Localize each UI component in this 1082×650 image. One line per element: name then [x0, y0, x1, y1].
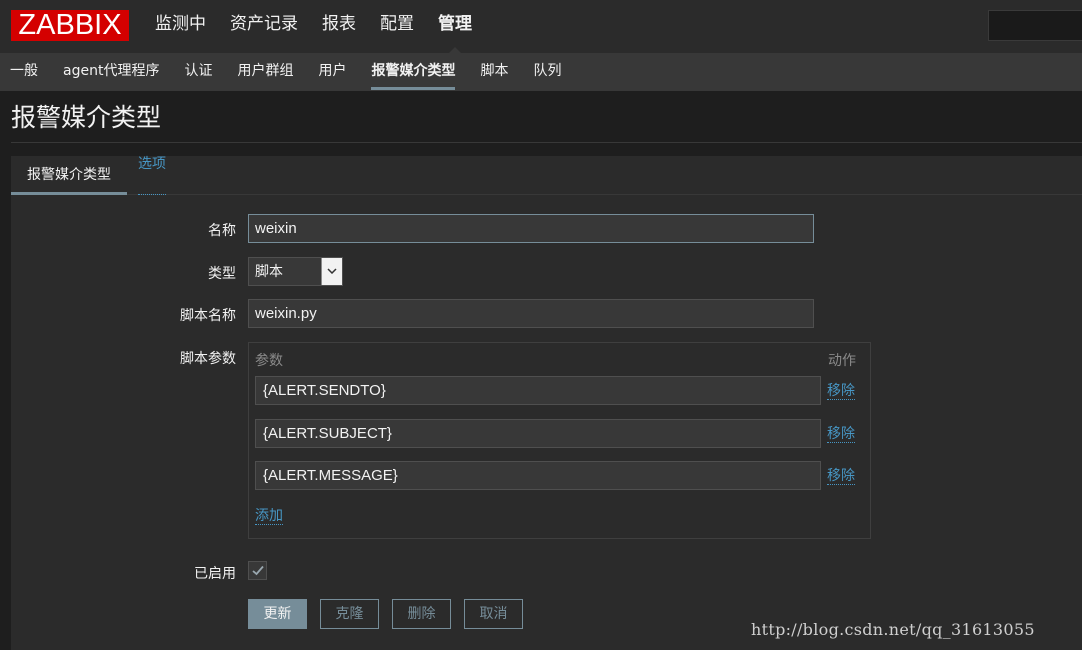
action-column-header: 动作 [828, 353, 856, 369]
tab-media-type[interactable]: 报警媒介类型 [11, 156, 127, 195]
script-params-table: 参数 动作 {ALERT.SENDTO} 移除 {ALERT.SUBJECT} … [248, 342, 871, 539]
form-tabs: 报警媒介类型 选项 [11, 156, 1082, 195]
remove-param-button-1[interactable]: 移除 [827, 383, 855, 400]
checkmark-icon [252, 565, 264, 576]
enabled-checkbox[interactable] [248, 561, 267, 580]
menu-reports[interactable]: 报表 [322, 0, 356, 53]
sub-navigation: 一般 agent代理程序 认证 用户群组 用户 报警媒介类型 脚本 队列 [0, 53, 1082, 91]
subnav-users[interactable]: 用户 [318, 53, 346, 91]
menu-administration-label: 管理 [438, 14, 472, 34]
main-menu: 监测中 资产记录 报表 配置 管理 [155, 0, 496, 54]
subnav-media-types[interactable]: 报警媒介类型 [371, 53, 456, 91]
title-divider [11, 142, 1082, 143]
param-input-message[interactable]: {ALERT.MESSAGE} [255, 461, 821, 490]
remove-param-button-3[interactable]: 移除 [827, 468, 855, 485]
script-name-field[interactable]: weixin.py [248, 299, 814, 328]
subnav-general[interactable]: 一般 [10, 53, 38, 91]
top-navigation-bar: ZABBIX 监测中 资产记录 报表 配置 管理 [0, 0, 1082, 54]
type-select[interactable]: 脚本 [248, 257, 343, 286]
add-param-button[interactable]: 添加 [255, 508, 283, 525]
menu-configuration[interactable]: 配置 [380, 0, 414, 53]
subnav-proxies[interactable]: agent代理程序 [63, 53, 159, 91]
chevron-down-icon[interactable] [321, 258, 342, 285]
delete-button[interactable]: 删除 [392, 599, 451, 629]
cancel-button[interactable]: 取消 [464, 599, 523, 629]
clone-button[interactable]: 克隆 [320, 599, 379, 629]
subnav-queue[interactable]: 队列 [533, 53, 561, 91]
name-label: 名称 [208, 223, 236, 239]
remove-param-button-2[interactable]: 移除 [827, 426, 855, 443]
menu-administration[interactable]: 管理 [438, 0, 472, 54]
menu-monitoring[interactable]: 监测中 [155, 0, 206, 53]
params-column-header: 参数 [255, 353, 283, 369]
name-field[interactable]: weixin [248, 214, 814, 243]
search-input[interactable] [988, 10, 1082, 41]
zabbix-logo[interactable]: ZABBIX [11, 10, 129, 41]
watermark-text: http://blog.csdn.net/qq_31613055 [751, 620, 1035, 639]
subnav-user-groups[interactable]: 用户群组 [237, 53, 293, 91]
type-label: 类型 [208, 266, 236, 282]
subnav-authentication[interactable]: 认证 [184, 53, 212, 91]
param-input-sendto[interactable]: {ALERT.SENDTO} [255, 376, 821, 405]
script-params-label: 脚本参数 [180, 351, 236, 367]
page-title: 报警媒介类型 [11, 103, 162, 132]
script-name-label: 脚本名称 [180, 308, 236, 324]
menu-inventory[interactable]: 资产记录 [230, 0, 298, 53]
param-input-subject[interactable]: {ALERT.SUBJECT} [255, 419, 821, 448]
type-select-value: 脚本 [255, 264, 283, 280]
update-button[interactable]: 更新 [248, 599, 307, 629]
tab-options[interactable]: 选项 [138, 156, 166, 195]
subnav-scripts[interactable]: 脚本 [480, 53, 508, 91]
enabled-label: 已启用 [194, 566, 236, 582]
